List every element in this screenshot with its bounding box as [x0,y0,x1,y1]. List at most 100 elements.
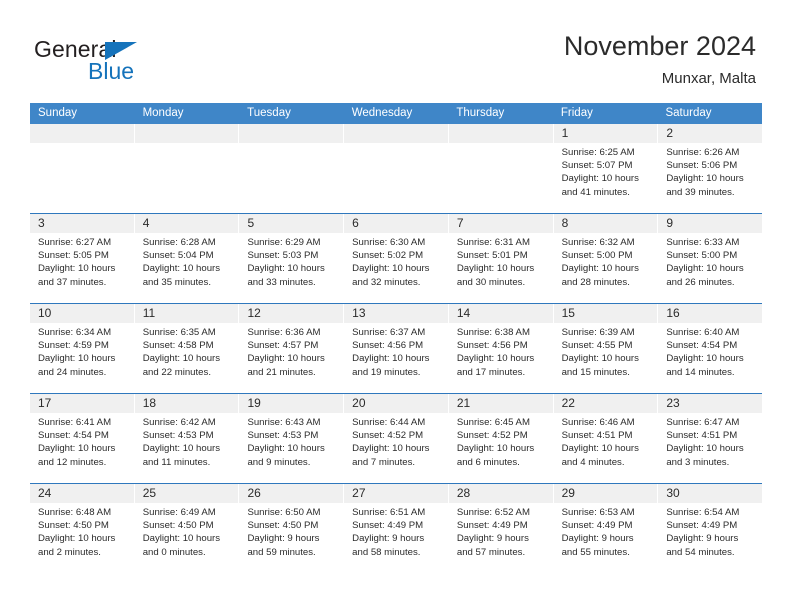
calendar-day-cell[interactable]: 16 Sunrise: 6:40 AM Sunset: 4:54 PM Dayligh… [658,304,763,393]
calendar-day-cell[interactable]: 20 Sunrise: 6:44 AM Sunset: 4:52 PM Dayligh… [344,394,449,483]
sunset-text: Sunset: 4:53 PM [247,430,319,442]
day-number: 22 [561,396,575,410]
daylight-text-line2: and 14 minutes. [666,366,735,378]
daylight-text-line1: Daylight: 10 hours [352,443,430,455]
day-details: Sunrise: 6:52 AM Sunset: 4:49 PM Daylight:… [449,503,553,559]
day-details: Sunrise: 6:36 AM Sunset: 4:57 PM Daylight:… [239,323,343,379]
sunset-text: Sunset: 4:50 PM [38,520,109,532]
sunset-text: Sunset: 4:52 PM [456,430,528,442]
day-number-strip: 2 [658,124,763,143]
calendar-day-cell[interactable]: 4 Sunrise: 6:28 AM Sunset: 5:04 PM Daylight… [134,214,240,303]
sunset-text: Sunset: 4:50 PM [142,520,214,532]
calendar-day-cell[interactable]: 25 Sunrise: 6:49 AM Sunset: 4:50 PM Dayligh… [134,484,240,573]
calendar-day-cell[interactable]: 14 Sunrise: 6:38 AM Sunset: 4:56 PM Dayligh… [448,304,554,393]
daylight-text-line1: Daylight: 10 hours [456,443,535,455]
sunset-text: Sunset: 4:55 PM [561,340,633,352]
day-number: 7 [456,216,464,230]
day-number: 27 [352,486,366,500]
daylight-text-line2: and 7 minutes. [352,456,416,468]
day-number-strip [239,124,344,143]
day-number-strip: 28 [448,484,553,503]
calendar-day-cell-empty [134,124,240,213]
daylight-text-line1: Daylight: 10 hours [561,443,639,455]
calendar-day-cell[interactable]: 21 Sunrise: 6:45 AM Sunset: 4:52 PM Dayligh… [448,394,554,483]
calendar-day-cell[interactable]: 27 Sunrise: 6:51 AM Sunset: 4:49 PM Dayligh… [344,484,449,573]
calendar-day-cell[interactable]: 5 Sunrise: 6:29 AM Sunset: 5:03 PM Daylight… [239,214,345,303]
calendar-day-cell[interactable]: 8 Sunrise: 6:32 AM Sunset: 5:00 PM Daylight… [553,214,659,303]
daylight-text-line1: Daylight: 10 hours [142,443,221,455]
sunset-text: Sunset: 5:02 PM [352,250,424,262]
weekday-header-thursday: Thursday [456,107,505,119]
calendar-day-cell[interactable]: 17 Sunrise: 6:41 AM Sunset: 4:54 PM Dayligh… [30,394,135,483]
daylight-text-line2: and 37 minutes. [38,276,107,288]
day-number-strip: 24 [30,484,134,503]
sunrise-text: Sunrise: 6:35 AM [142,327,216,338]
day-number-strip: 14 [448,304,553,323]
calendar-day-cell[interactable]: 23 Sunrise: 6:47 AM Sunset: 4:51 PM Dayligh… [658,394,763,483]
calendar-day-cell[interactable]: 10 Sunrise: 6:34 AM Sunset: 4:59 PM Dayligh… [30,304,135,393]
calendar-day-cell[interactable]: 28 Sunrise: 6:52 AM Sunset: 4:49 PM Dayligh… [448,484,554,573]
day-number-strip: 30 [658,484,763,503]
sunrise-text: Sunrise: 6:31 AM [456,237,530,248]
day-details: Sunrise: 6:47 AM Sunset: 4:51 PM Daylight:… [658,413,762,469]
calendar-day-cell[interactable]: 15 Sunrise: 6:39 AM Sunset: 4:55 PM Dayligh… [553,304,659,393]
calendar-week-row: 24 Sunrise: 6:48 AM Sunset: 4:50 PM Dayligh… [30,483,763,573]
calendar-day-cell[interactable]: 18 Sunrise: 6:42 AM Sunset: 4:53 PM Dayligh… [134,394,240,483]
calendar-day-cell[interactable]: 12 Sunrise: 6:36 AM Sunset: 4:57 PM Dayligh… [239,304,345,393]
calendar-day-cell[interactable]: 1 Sunrise: 6:25 AM Sunset: 5:07 PM Daylight… [553,124,659,213]
calendar-day-cell[interactable]: 11 Sunrise: 6:35 AM Sunset: 4:58 PM Dayligh… [134,304,240,393]
day-number-strip [30,124,134,143]
calendar-day-cell[interactable]: 2 Sunrise: 6:26 AM Sunset: 5:06 PM Daylight… [658,124,763,213]
day-details: Sunrise: 6:38 AM Sunset: 4:56 PM Daylight:… [449,323,553,379]
calendar-week-row: 1 Sunrise: 6:25 AM Sunset: 5:07 PM Daylight… [30,124,763,213]
calendar-day-cell[interactable]: 6 Sunrise: 6:30 AM Sunset: 5:02 PM Daylight… [344,214,449,303]
day-number-strip: 26 [239,484,344,503]
day-number: 18 [142,396,157,410]
sunrise-text: Sunrise: 6:47 AM [666,417,740,428]
sunrise-text: Sunrise: 6:39 AM [561,327,635,338]
sunrise-text: Sunrise: 6:37 AM [352,327,426,338]
day-details: Sunrise: 6:31 AM Sunset: 5:01 PM Daylight:… [449,233,553,289]
general-blue-logo[interactable]: General Blue [34,36,254,88]
calendar-day-cell-empty [30,124,135,213]
day-number: 25 [142,486,157,500]
daylight-text-line2: and 39 minutes. [666,186,735,198]
calendar-weeks: 1 Sunrise: 6:25 AM Sunset: 5:07 PM Daylight… [30,124,763,573]
calendar-day-cell[interactable]: 3 Sunrise: 6:27 AM Sunset: 5:05 PM Daylight… [30,214,135,303]
calendar-day-cell-empty [239,124,345,213]
weekday-header-monday: Monday [142,107,184,119]
calendar-day-cell[interactable]: 7 Sunrise: 6:31 AM Sunset: 5:01 PM Daylight… [448,214,554,303]
calendar-day-cell[interactable]: 24 Sunrise: 6:48 AM Sunset: 4:50 PM Dayligh… [30,484,135,573]
calendar-day-cell[interactable]: 9 Sunrise: 6:33 AM Sunset: 5:00 PM Daylight… [658,214,763,303]
calendar-day-cell[interactable]: 30 Sunrise: 6:54 AM Sunset: 4:49 PM Dayligh… [658,484,763,573]
calendar-day-cell[interactable]: 19 Sunrise: 6:43 AM Sunset: 4:53 PM Dayligh… [239,394,345,483]
daylight-text-line1: Daylight: 10 hours [456,263,535,275]
day-details: Sunrise: 6:37 AM Sunset: 4:56 PM Daylight:… [344,323,448,379]
weekday-header-row: Sunday Monday Tuesday Wednesday Thursday… [30,103,762,124]
day-details: Sunrise: 6:34 AM Sunset: 4:59 PM Daylight:… [30,323,134,379]
sunrise-text: Sunrise: 6:41 AM [38,417,112,428]
daylight-text-line1: Daylight: 10 hours [666,353,744,365]
sunrise-text: Sunrise: 6:34 AM [38,327,112,338]
calendar-day-cell[interactable]: 26 Sunrise: 6:50 AM Sunset: 4:50 PM Dayligh… [239,484,345,573]
sunset-text: Sunset: 4:54 PM [38,430,109,442]
sunrise-text: Sunrise: 6:46 AM [561,417,635,428]
sunset-text: Sunset: 4:52 PM [352,430,424,442]
calendar-day-cell-empty [344,124,449,213]
calendar-week-row: 17 Sunrise: 6:41 AM Sunset: 4:54 PM Dayligh… [30,393,763,483]
calendar-day-cell[interactable]: 29 Sunrise: 6:53 AM Sunset: 4:49 PM Dayligh… [553,484,659,573]
day-number-strip: 20 [344,394,448,413]
day-number: 13 [352,306,366,320]
sunset-text: Sunset: 5:05 PM [38,250,109,262]
calendar-day-cell[interactable]: 22 Sunrise: 6:46 AM Sunset: 4:51 PM Dayligh… [553,394,659,483]
daylight-text-line1: Daylight: 10 hours [142,353,221,365]
daylight-text-line2: and 4 minutes. [561,456,625,468]
sunrise-text: Sunrise: 6:54 AM [666,507,740,518]
day-number-strip: 11 [134,304,239,323]
daylight-text-line1: Daylight: 10 hours [38,533,116,545]
daylight-text-line2: and 28 minutes. [561,276,630,288]
daylight-text-line1: Daylight: 9 hours [352,533,425,545]
day-number: 14 [456,306,471,320]
calendar-day-cell[interactable]: 13 Sunrise: 6:37 AM Sunset: 4:56 PM Dayligh… [344,304,449,393]
day-details: Sunrise: 6:27 AM Sunset: 5:05 PM Daylight:… [30,233,134,289]
